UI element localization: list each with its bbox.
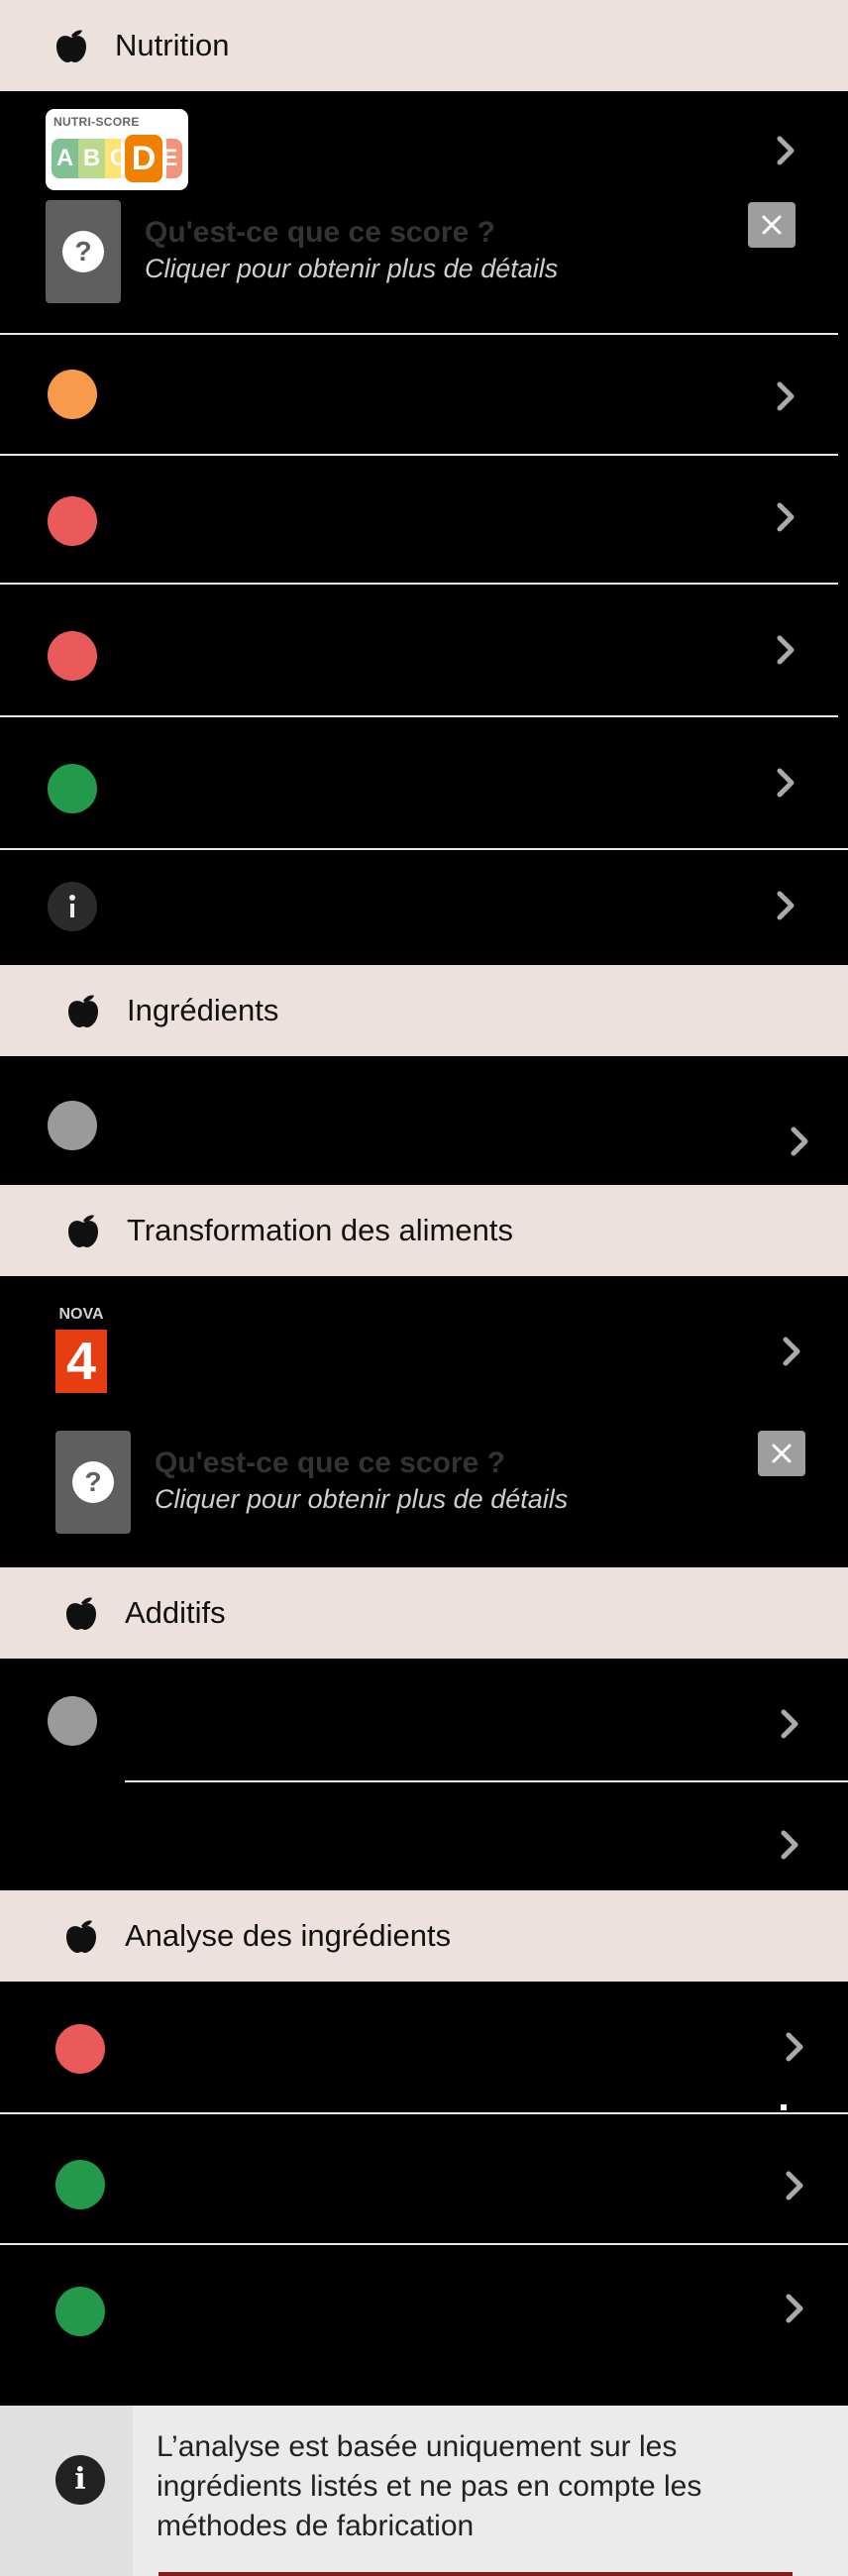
- nova-label: NOVA: [58, 1306, 104, 1323]
- divider: [125, 1780, 848, 1782]
- chevron-right-icon[interactable]: [771, 131, 800, 170]
- nutrient-row[interactable]: [0, 717, 848, 848]
- chevron-right-icon[interactable]: [775, 1825, 804, 1865]
- info-note-text: L’analyse est basée uniquement sur les i…: [157, 2430, 702, 2542]
- additives-row[interactable]: [0, 1659, 848, 1781]
- scroll-marker: [781, 2104, 787, 2110]
- section-header-ingredients: Ingrédients: [0, 965, 848, 1056]
- nutri-grade-b: B: [78, 139, 105, 178]
- nutrient-row[interactable]: [0, 456, 848, 583]
- apple-icon: [61, 1593, 101, 1633]
- help-subtitle: Cliquer pour obtenir plus de détails: [155, 1484, 569, 1514]
- section-title: Additifs: [125, 1595, 226, 1630]
- level-dot-orange: [48, 370, 97, 419]
- section-title: Nutrition: [115, 28, 230, 62]
- level-dot-red: [48, 631, 97, 681]
- nova-badge: NOVA 4: [55, 1306, 107, 1393]
- apple-icon: [63, 1211, 103, 1250]
- info-note-link-underline: [159, 2572, 793, 2576]
- apple-icon: [52, 26, 91, 65]
- section-title: Analyse des ingrédients: [125, 1918, 452, 1953]
- apple-icon: [63, 991, 103, 1030]
- nutri-score-badge: NUTRI-SCORE A B C E D: [46, 109, 188, 190]
- chevron-right-icon[interactable]: [771, 376, 800, 416]
- section-header-processing: Transformation des aliments: [0, 1185, 848, 1276]
- section-title: Transformation des aliments: [127, 1213, 513, 1247]
- close-icon[interactable]: [758, 1431, 805, 1476]
- nutri-grade-a: A: [52, 139, 78, 178]
- info-note-icon-column: i: [0, 2406, 133, 2576]
- chevron-right-icon[interactable]: [780, 2166, 809, 2205]
- score-help-card[interactable]: ? Qu'est-ce que ce score ? Cliquer pour …: [0, 1431, 848, 1561]
- apple-icon: [61, 1916, 101, 1956]
- help-title: Qu'est-ce que ce score ?: [155, 1447, 505, 1479]
- close-icon[interactable]: [748, 202, 795, 248]
- chevron-right-icon[interactable]: [771, 763, 800, 803]
- score-help-card[interactable]: ? Qu'est-ce que ce score ? Cliquer pour …: [0, 200, 848, 331]
- info-icon: i: [55, 2455, 105, 2505]
- chevron-right-icon[interactable]: [771, 497, 800, 537]
- section-title: Ingrédients: [127, 993, 279, 1027]
- chevron-right-icon[interactable]: [780, 2289, 809, 2328]
- chevron-right-icon[interactable]: [780, 2027, 809, 2067]
- level-dot-green: [48, 764, 97, 813]
- analysis-row[interactable]: [0, 2245, 848, 2406]
- level-dot-green: [55, 2287, 105, 2336]
- section-header-additives: Additifs: [0, 1567, 848, 1659]
- help-subtitle: Cliquer pour obtenir plus de détails: [145, 254, 559, 283]
- nutri-score-label: NUTRI-SCORE: [53, 115, 140, 129]
- analysis-row[interactable]: [0, 2114, 848, 2243]
- question-icon: ?: [72, 1461, 114, 1503]
- section-header-nutrition: Nutrition: [0, 0, 848, 91]
- section-header-analysis: Analyse des ingrédients: [0, 1890, 848, 1982]
- nutri-score-row[interactable]: NUTRI-SCORE A B C E D: [0, 91, 848, 200]
- nova-row[interactable]: [0, 1276, 848, 1411]
- nutrient-row[interactable]: [0, 585, 848, 715]
- chevron-right-icon[interactable]: [771, 630, 800, 670]
- help-box: ?: [55, 1431, 131, 1534]
- nutrient-info-row[interactable]: [0, 850, 848, 965]
- nutri-grade-d-selected: D: [121, 131, 166, 186]
- help-box: ?: [46, 200, 121, 303]
- chevron-right-icon[interactable]: [777, 1332, 806, 1371]
- analysis-row[interactable]: [0, 1982, 848, 2112]
- chevron-right-icon[interactable]: [775, 1704, 804, 1744]
- chevron-right-icon[interactable]: [785, 1122, 814, 1161]
- help-title: Qu'est-ce que ce score ?: [145, 216, 495, 249]
- ingredients-row[interactable]: [0, 1056, 848, 1185]
- question-icon: ?: [62, 231, 104, 272]
- chevron-right-icon[interactable]: [771, 886, 800, 925]
- level-dot-red: [48, 496, 97, 546]
- level-dot-grey: [48, 1696, 97, 1746]
- info-icon: [48, 882, 97, 931]
- additives-row[interactable]: [0, 1783, 848, 1890]
- level-dot-red: [55, 2024, 105, 2074]
- nova-group: 4: [55, 1330, 107, 1393]
- info-note: i L’analyse est basée uniquement sur les…: [0, 2406, 848, 2576]
- nutrient-row[interactable]: [0, 335, 848, 454]
- level-dot-green: [55, 2160, 105, 2209]
- level-dot-grey: [48, 1101, 97, 1150]
